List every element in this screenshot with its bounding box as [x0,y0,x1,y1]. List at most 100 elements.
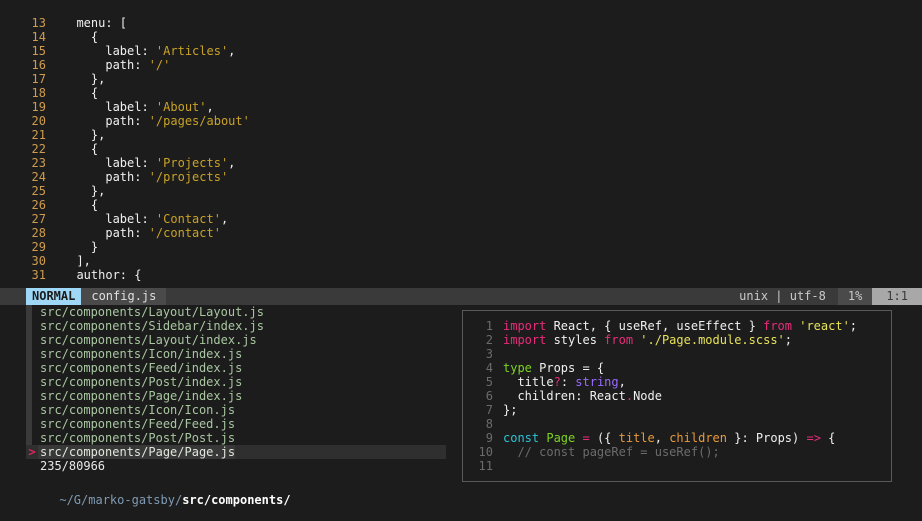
editor-line-code: }, [46,184,105,198]
vim-mode-indicator: NORMAL [26,288,82,305]
code-token: styles [553,333,605,347]
prompt-dim-path: ~/G/marko-gatsby/ [59,493,183,507]
code-token: string [575,375,619,389]
code-token: }: Props) [727,431,807,445]
code-token: '/contact' [148,226,221,240]
file-list-item[interactable]: > src/components/Page/Page.js [26,445,446,459]
file-path-label: src/components/Feed/index.js [40,361,243,375]
code-token: Props = { [539,361,605,375]
code-token: path: [62,114,149,128]
file-list-item[interactable]: src/components/Icon/Icon.js [26,403,446,417]
file-path-label: src/components/Icon/Icon.js [40,403,236,417]
code-token: ; [784,333,793,347]
editor-line-code: ], [46,254,90,268]
shell-prompt-path: ~/G/marko-gatsby/src/components/ [16,479,290,507]
status-filename: config.js [81,288,167,305]
editor-line-code: }, [46,72,105,86]
terminal-screen: 13 menu: [14 {15 label: 'Articles', 16 pa… [0,0,922,514]
editor-line-number: 15 [31,44,46,58]
code-token: children [669,431,727,445]
file-path-label: src/components/Sidebar/index.js [40,319,264,333]
preview-line: 1 import React, { useRef, useEffect } fro… [463,319,891,333]
preview-line: 4 type Props = { [463,361,891,375]
file-preview-pane[interactable]: 1 import React, { useRef, useEffect } fro… [462,310,892,482]
file-path-label: src/components/Page/Page.js [38,445,236,459]
preview-line: 6 children: React.Node [463,389,891,403]
editor-line-code: } [46,240,98,254]
preview-line-code [493,417,503,431]
code-token: Node [633,389,662,403]
editor-line-number: 28 [31,226,46,240]
editor-line: 21 }, [0,128,922,142]
code-token: , [220,212,229,226]
editor-line-number: 25 [31,184,46,198]
code-token: 'react' [799,319,850,333]
code-token: { [62,30,99,44]
editor-line: 13 menu: [ [0,16,922,30]
code-token: , [228,156,236,170]
preview-line: 10 // const pageRef = useRef(); [463,445,891,459]
preview-line-number: 2 [485,333,493,347]
editor-line: 18 { [0,86,922,100]
editor-line: 23 label: 'Projects', [0,156,922,170]
code-token: '/pages/about' [148,114,250,128]
code-token: 'Projects' [155,156,229,170]
preview-line-number: 5 [485,375,493,389]
selection-marker-icon: > [28,445,36,459]
editor-line-number: 27 [31,212,46,226]
preview-line-code: }; [493,403,517,417]
fuzzy-finder-section: src/components/Layout/Layout.js src/compo… [0,305,922,514]
editor-line-code: author: { [46,268,141,282]
code-token: title [503,375,554,389]
editor-line: 14 { [0,30,922,44]
file-list-item[interactable]: src/components/Icon/index.js [26,347,446,361]
code-token: . [625,389,634,403]
editor-line: 29 } [0,240,922,254]
editor-line-number: 16 [31,58,46,72]
editor-line: 31 author: { [0,268,922,282]
code-token: path: [62,226,149,240]
file-list-item[interactable]: src/components/Feed/Feed.js [26,417,446,431]
editor-line-number: 21 [31,128,46,142]
file-match-count: 235/80966 [40,459,106,473]
editor-line: 16 path: '/' [0,58,922,72]
editor-line-number: 31 [31,268,46,282]
file-path-label: src/components/Layout/Layout.js [40,305,264,319]
code-token: ({ [596,431,619,445]
code-token: label: [62,100,156,114]
file-path-label: src/components/Post/Post.js [40,431,236,445]
editor-line: 28 path: '/contact' [0,226,922,240]
preview-line-code: type Props = { [493,361,604,375]
file-list-item[interactable]: src/components/Post/index.js [26,375,446,389]
code-token: : [560,375,576,389]
code-token: React, { useRef, useEffect } [553,319,764,333]
preview-line-number: 11 [478,459,493,473]
preview-line: 8 [463,417,891,431]
code-token: } [62,240,99,254]
file-list-item[interactable]: src/components/Sidebar/index.js [26,319,446,333]
editor-line: 17 }, [0,72,922,86]
file-list-item[interactable]: src/components/Post/Post.js [26,431,446,445]
file-list-item[interactable]: src/components/Layout/index.js [26,333,446,347]
code-token: children [503,389,576,403]
status-cursor-position: 1:1 [872,288,922,305]
code-token: { [828,431,836,445]
code-token: menu: [ [62,16,128,30]
preview-line-number: 4 [485,361,493,375]
code-token: from [763,319,800,333]
code-token: , [206,100,214,114]
file-path-label: src/components/Post/index.js [40,375,243,389]
preview-line-code: children: React.Node [493,389,662,403]
file-result-list[interactable]: src/components/Layout/Layout.js src/compo… [26,305,446,473]
file-list-item[interactable]: src/components/Feed/index.js [26,361,446,375]
editor-line-number: 20 [31,114,46,128]
status-percent: 1% [837,288,873,305]
file-list-item[interactable]: src/components/Layout/Layout.js [26,305,446,319]
editor-line: 15 label: 'Articles', [0,44,922,58]
preview-line-code [493,347,503,361]
file-list-item[interactable]: src/components/Page/index.js [26,389,446,403]
code-editor-pane[interactable]: 13 menu: [14 {15 label: 'Articles', 16 pa… [0,0,922,288]
preview-line-number: 10 [478,445,493,459]
code-token: label: [62,212,156,226]
editor-line-number: 23 [31,156,46,170]
